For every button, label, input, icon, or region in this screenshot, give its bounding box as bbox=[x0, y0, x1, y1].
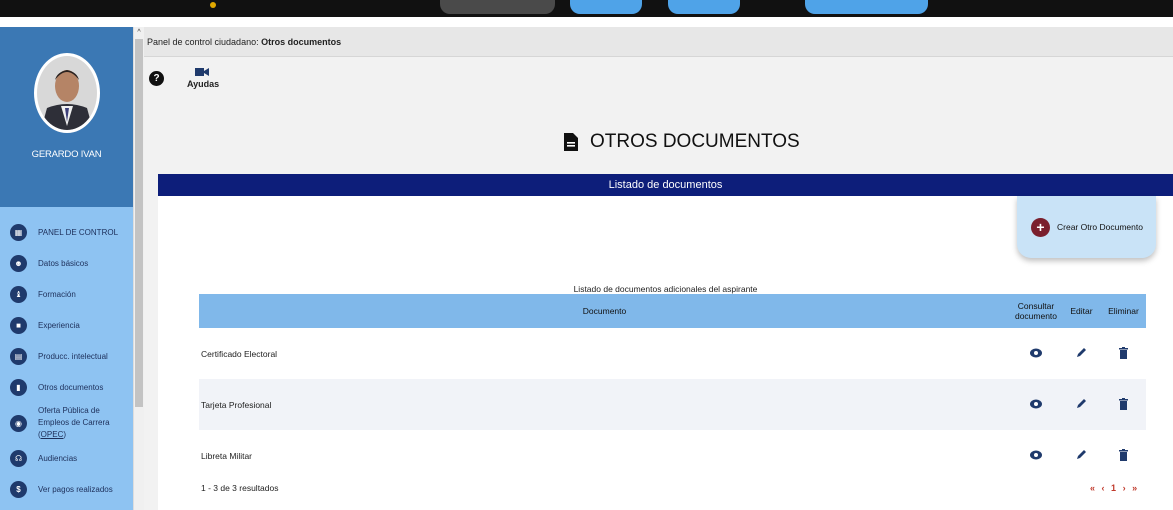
sidebar: GERARDO IVAN ▦ PANEL DE CONTROL ☻ Datos … bbox=[0, 27, 144, 510]
sidebar-item-label: Oferta Pública de Empleos de Carrera (OP… bbox=[38, 405, 133, 441]
sidebar-item-label: Producc. intelectual bbox=[38, 351, 108, 361]
status-dot bbox=[210, 2, 216, 8]
breadcrumb-prefix: Panel de control ciudadano: bbox=[147, 36, 262, 47]
column-header-documento: Documento bbox=[199, 294, 1010, 328]
sidebar-item-label: Datos básicos bbox=[38, 258, 89, 268]
dashboard-icon: ▦ bbox=[10, 224, 27, 241]
scroll-thumb[interactable] bbox=[135, 39, 143, 407]
column-header-editar: Editar bbox=[1062, 294, 1101, 328]
sidebar-item-otros-documentos[interactable]: ▮ Otros documentos bbox=[0, 372, 133, 403]
sidebar-item-ver-pagos[interactable]: $ Ver pagos realizados bbox=[0, 474, 133, 505]
help-icon[interactable]: ? bbox=[149, 71, 164, 86]
top-tab[interactable] bbox=[805, 0, 928, 14]
breadcrumb-current: Otros documentos bbox=[261, 36, 342, 47]
sidebar-item-datos-basicos[interactable]: ☻ Datos básicos bbox=[0, 248, 133, 279]
document-name: Certificado Electoral bbox=[201, 348, 278, 359]
table-row: Tarjeta Profesional bbox=[199, 379, 1146, 430]
column-header-eliminar: Eliminar bbox=[1101, 294, 1146, 328]
results-count: 1 - 3 de 3 resultados bbox=[201, 483, 279, 493]
avatar bbox=[34, 53, 100, 133]
table-header-row: Documento Consultar documento Editar Eli… bbox=[199, 294, 1146, 328]
sidebar-item-label: Audiencias bbox=[38, 453, 78, 463]
column-header-consultar: Consultar documento bbox=[1010, 294, 1062, 328]
sidebar-item-produccion-intelectual[interactable]: ▤ Producc. intelectual bbox=[0, 341, 133, 372]
view-eye-icon[interactable] bbox=[1030, 450, 1042, 462]
edit-pencil-icon[interactable] bbox=[1077, 348, 1086, 359]
panel-header: Listado de documentos bbox=[158, 174, 1173, 196]
audience-icon: ☊ bbox=[10, 450, 27, 467]
people-icon: ☻ bbox=[10, 255, 27, 272]
first-page-icon[interactable]: « bbox=[1090, 483, 1097, 493]
table-row: Certificado Electoral bbox=[199, 328, 1146, 379]
prev-page-icon[interactable]: ‹ bbox=[1102, 483, 1107, 493]
scroll-up-arrow-icon[interactable]: ^ bbox=[135, 28, 143, 36]
top-tab[interactable] bbox=[668, 0, 740, 14]
globe-icon: ◉ bbox=[10, 414, 27, 432]
document-name: Libreta Militar bbox=[201, 450, 253, 461]
edit-pencil-icon[interactable] bbox=[1077, 399, 1086, 410]
create-document-button[interactable]: + Crear Otro Documento bbox=[1017, 196, 1156, 258]
sidebar-item-opec[interactable]: ◉ Oferta Pública de Empleos de Carrera (… bbox=[0, 403, 133, 443]
sidebar-item-label: Experiencia bbox=[38, 320, 80, 330]
delete-trash-icon[interactable] bbox=[1119, 448, 1128, 463]
sidebar-item-label: PANEL DE CONTROL bbox=[38, 227, 119, 237]
top-tab[interactable] bbox=[570, 0, 642, 14]
sidebar-item-label: Formación bbox=[38, 289, 76, 299]
plus-icon: + bbox=[1031, 217, 1050, 237]
profile-card: GERARDO IVAN bbox=[0, 27, 133, 207]
table-caption: Listado de documentos adicionales del as… bbox=[573, 284, 758, 294]
document-icon bbox=[564, 133, 578, 151]
opec-link[interactable]: OPEC bbox=[41, 430, 64, 439]
last-page-icon[interactable]: » bbox=[1132, 483, 1139, 493]
book-icon: ▤ bbox=[10, 348, 27, 365]
top-tab[interactable] bbox=[440, 0, 555, 14]
table-row: Libreta Militar bbox=[199, 430, 1146, 481]
sidebar-scrollbar[interactable]: ^ bbox=[133, 27, 144, 510]
view-eye-icon[interactable] bbox=[1030, 399, 1042, 411]
sidebar-item-experiencia[interactable]: ■ Experiencia bbox=[0, 310, 133, 341]
sidebar-item-label: Ver pagos realizados bbox=[38, 484, 113, 494]
sidebar-item-panel-de-control[interactable]: ▦ PANEL DE CONTROL bbox=[0, 217, 133, 248]
sidebar-item-label-end: ) bbox=[63, 430, 67, 439]
current-page[interactable]: 1 bbox=[1111, 483, 1118, 493]
create-document-label: Crear Otro Documento bbox=[1057, 222, 1143, 232]
ayudas-button[interactable]: Ayudas bbox=[187, 67, 220, 89]
dollar-icon: $ bbox=[10, 481, 27, 498]
document-name: Tarjeta Profesional bbox=[199, 379, 1010, 430]
graduation-icon: ♝ bbox=[10, 286, 27, 303]
next-page-icon[interactable]: › bbox=[1123, 483, 1128, 493]
user-name: GERARDO IVAN bbox=[31, 149, 102, 160]
page-title: OTROS DOCUMENTOS bbox=[564, 131, 800, 153]
top-bar bbox=[0, 0, 1173, 17]
page-title-text: OTROS DOCUMENTOS bbox=[590, 131, 800, 152]
view-eye-icon[interactable] bbox=[1030, 348, 1042, 360]
delete-trash-icon[interactable] bbox=[1119, 397, 1128, 412]
briefcase-icon: ■ bbox=[10, 317, 27, 334]
document-icon: ▮ bbox=[10, 379, 27, 396]
documents-table: Documento Consultar documento Editar Eli… bbox=[199, 294, 1146, 481]
sidebar-menu: ▦ PANEL DE CONTROL ☻ Datos básicos ♝ For… bbox=[0, 217, 133, 505]
delete-trash-icon[interactable] bbox=[1119, 346, 1128, 361]
breadcrumb: Panel de control ciudadano: Otros docume… bbox=[144, 27, 1173, 57]
sidebar-item-label: Otros documentos bbox=[38, 382, 104, 392]
pagination: « ‹ 1 › » bbox=[1090, 483, 1139, 493]
sidebar-item-formacion[interactable]: ♝ Formación bbox=[0, 279, 133, 310]
ayudas-label: Ayudas bbox=[187, 79, 220, 89]
documents-panel: Listado de documentos + Crear Otro Docum… bbox=[158, 174, 1173, 510]
edit-pencil-icon[interactable] bbox=[1077, 450, 1086, 461]
sidebar-item-label-line1: Oferta Pública de bbox=[38, 406, 100, 415]
sidebar-item-audiencias[interactable]: ☊ Audiencias bbox=[0, 443, 133, 474]
video-camera-icon bbox=[195, 68, 209, 76]
